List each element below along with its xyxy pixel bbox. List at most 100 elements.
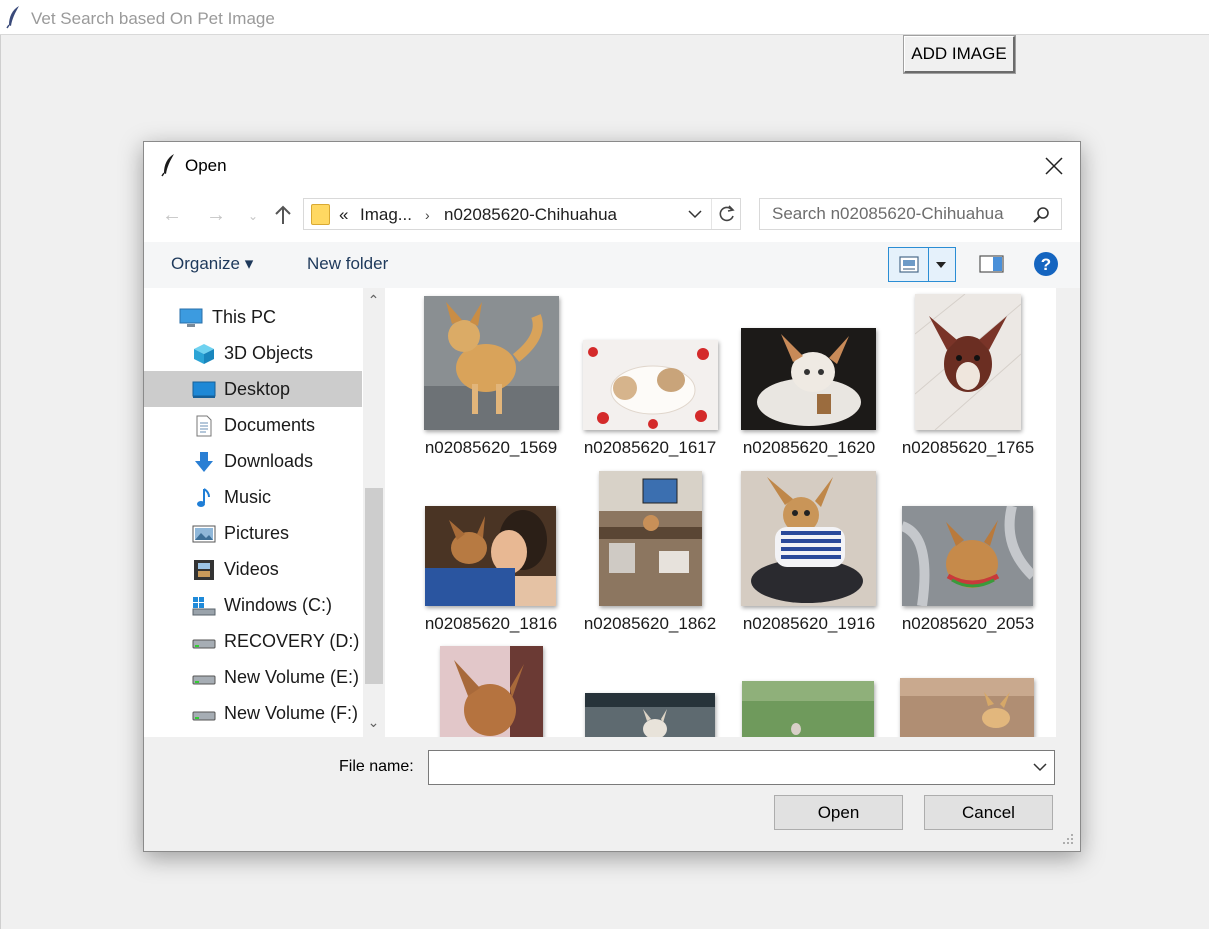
search-input[interactable] [760, 199, 1025, 229]
resize-grip-icon[interactable] [1061, 832, 1075, 846]
back-arrow-icon[interactable]: ← [162, 204, 182, 227]
help-icon[interactable]: ? [1033, 251, 1059, 277]
file-thumbnail[interactable] [900, 678, 1034, 737]
chevron-down-icon[interactable] [687, 208, 703, 220]
nav-item-new-volume-e[interactable]: New Volume (E:) [144, 659, 362, 695]
file-thumbnail[interactable] [424, 296, 559, 430]
preview-pane-icon[interactable] [979, 254, 1005, 274]
organize-menu[interactable]: Organize ▾ [171, 254, 253, 274]
file-name-input[interactable] [429, 751, 1027, 784]
breadcrumb-prefix: « [339, 205, 349, 224]
dialog-title: Open [185, 156, 227, 175]
nav-item-this-pc[interactable]: This PC [144, 299, 362, 335]
nav-label: RECOVERY (D:) [224, 631, 360, 651]
command-toolbar: Organize ▾ New folder ? [144, 242, 1080, 288]
picture-icon [192, 525, 216, 543]
download-arrow-icon [195, 452, 213, 472]
refresh-icon[interactable] [711, 199, 742, 229]
app-title: Vet Search based On Pet Image [31, 9, 275, 28]
scroll-down-icon[interactable]: ⌄ [365, 714, 382, 731]
nav-label: Pictures [224, 523, 290, 543]
file-name[interactable]: n02085620_1816 [416, 614, 566, 634]
file-name[interactable]: n02085620_1765 [893, 438, 1043, 458]
file-thumbnail[interactable] [742, 681, 874, 737]
scroll-thumb[interactable] [365, 488, 383, 684]
address-row: ← → ⌄ « Imag... › n02085620-Chihuahua [144, 188, 1080, 242]
nav-item-downloads[interactable]: Downloads [144, 443, 362, 479]
dialog-titlebar: Open [144, 142, 1080, 188]
scroll-up-icon[interactable]: ⌃ [365, 292, 382, 309]
recent-dropdown-icon[interactable]: ⌄ [248, 209, 258, 223]
nav-label: Documents [224, 415, 316, 435]
file-thumbnail[interactable] [741, 471, 876, 606]
nav-label: 3D Objects [224, 343, 314, 363]
nav-item-music[interactable]: Music [144, 479, 362, 515]
drive-icon [192, 675, 216, 685]
file-thumbnail[interactable] [915, 294, 1021, 430]
drive-icon [192, 711, 216, 721]
file-name[interactable]: n02085620_1620 [734, 438, 884, 458]
breadcrumb-separator-icon: › [425, 207, 430, 223]
music-note-icon [197, 488, 210, 507]
file-thumbnail[interactable] [902, 506, 1033, 606]
file-thumbnail[interactable] [599, 471, 702, 606]
file-name[interactable]: n02085620_1916 [734, 614, 884, 634]
forward-arrow-icon[interactable]: → [206, 204, 226, 227]
nav-item-new-volume-f[interactable]: New Volume (F:) [144, 695, 362, 731]
file-name[interactable]: n02085620_1862 [575, 614, 725, 634]
view-separator [928, 248, 929, 281]
nav-label: This PC [212, 307, 277, 327]
file-name[interactable]: n02085620_2053 [893, 614, 1043, 634]
nav-item-desktop[interactable]: Desktop [144, 371, 362, 407]
nav-label: Videos [224, 559, 279, 579]
nav-item-pictures[interactable]: Pictures [144, 515, 362, 551]
nav-item-3d-objects[interactable]: 3D Objects [144, 335, 362, 371]
search-box[interactable] [759, 198, 1062, 230]
film-icon [194, 560, 214, 580]
desktop-icon [192, 381, 216, 398]
file-name-label: File name: [339, 758, 414, 775]
open-button[interactable]: Open [774, 795, 903, 830]
nav-item-recovery-d[interactable]: RECOVERY (D:) [144, 623, 362, 659]
cube-icon [194, 344, 214, 364]
windows-drive-icon [192, 597, 216, 616]
add-image-button[interactable]: ADD IMAGE [903, 35, 1016, 74]
dialog-footer: File name: Open Cancel [144, 737, 1080, 851]
view-button[interactable] [888, 247, 956, 282]
nav-label: Windows (C:) [224, 595, 333, 615]
file-name-combobox[interactable] [428, 750, 1055, 785]
address-bar[interactable]: « Imag... › n02085620-Chihuahua [303, 198, 741, 230]
computer-icon [179, 308, 203, 327]
nav-label: New Volume (F:) [224, 703, 359, 723]
feather-icon [6, 6, 19, 29]
nav-scrollbar[interactable]: ⌃ ⌄ [363, 288, 385, 737]
file-thumbnail[interactable] [440, 646, 543, 737]
nav-item-videos[interactable]: Videos [144, 551, 362, 587]
nav-item-documents[interactable]: Documents [144, 407, 362, 443]
caret-down-icon[interactable] [934, 261, 948, 269]
file-pane: n02085620_1569 n02085620_1617 n02085620_… [388, 288, 1056, 737]
breadcrumb-item[interactable]: n02085620-Chihuahua [444, 205, 617, 225]
file-thumbnail[interactable] [585, 693, 715, 737]
close-icon[interactable] [1040, 152, 1068, 180]
file-name[interactable]: n02085620_1617 [575, 438, 725, 458]
feather-icon [161, 154, 174, 177]
nav-item-windows-c[interactable]: Windows (C:) [144, 587, 362, 623]
breadcrumb-item[interactable]: Imag... [360, 205, 412, 225]
file-thumbnail[interactable] [583, 340, 718, 430]
folder-icon [311, 204, 330, 225]
open-dialog: Open ← → ⌄ « Imag... › n02085620-Chihuah… [143, 141, 1081, 852]
nav-label: Desktop [224, 379, 291, 399]
new-folder-button[interactable]: New folder [307, 254, 388, 274]
nav-label: Downloads [224, 451, 314, 471]
file-thumbnail[interactable] [425, 506, 556, 606]
chevron-down-icon[interactable] [1033, 762, 1047, 772]
view-thumbnail-icon[interactable] [899, 256, 919, 273]
cancel-button[interactable]: Cancel [924, 795, 1053, 830]
up-arrow-icon[interactable] [274, 205, 292, 225]
file-thumbnail[interactable] [741, 328, 876, 430]
search-icon[interactable] [1032, 205, 1052, 225]
file-name[interactable]: n02085620_1569 [416, 438, 566, 458]
document-icon [196, 415, 212, 437]
nav-label: New Volume (E:) [224, 667, 360, 687]
